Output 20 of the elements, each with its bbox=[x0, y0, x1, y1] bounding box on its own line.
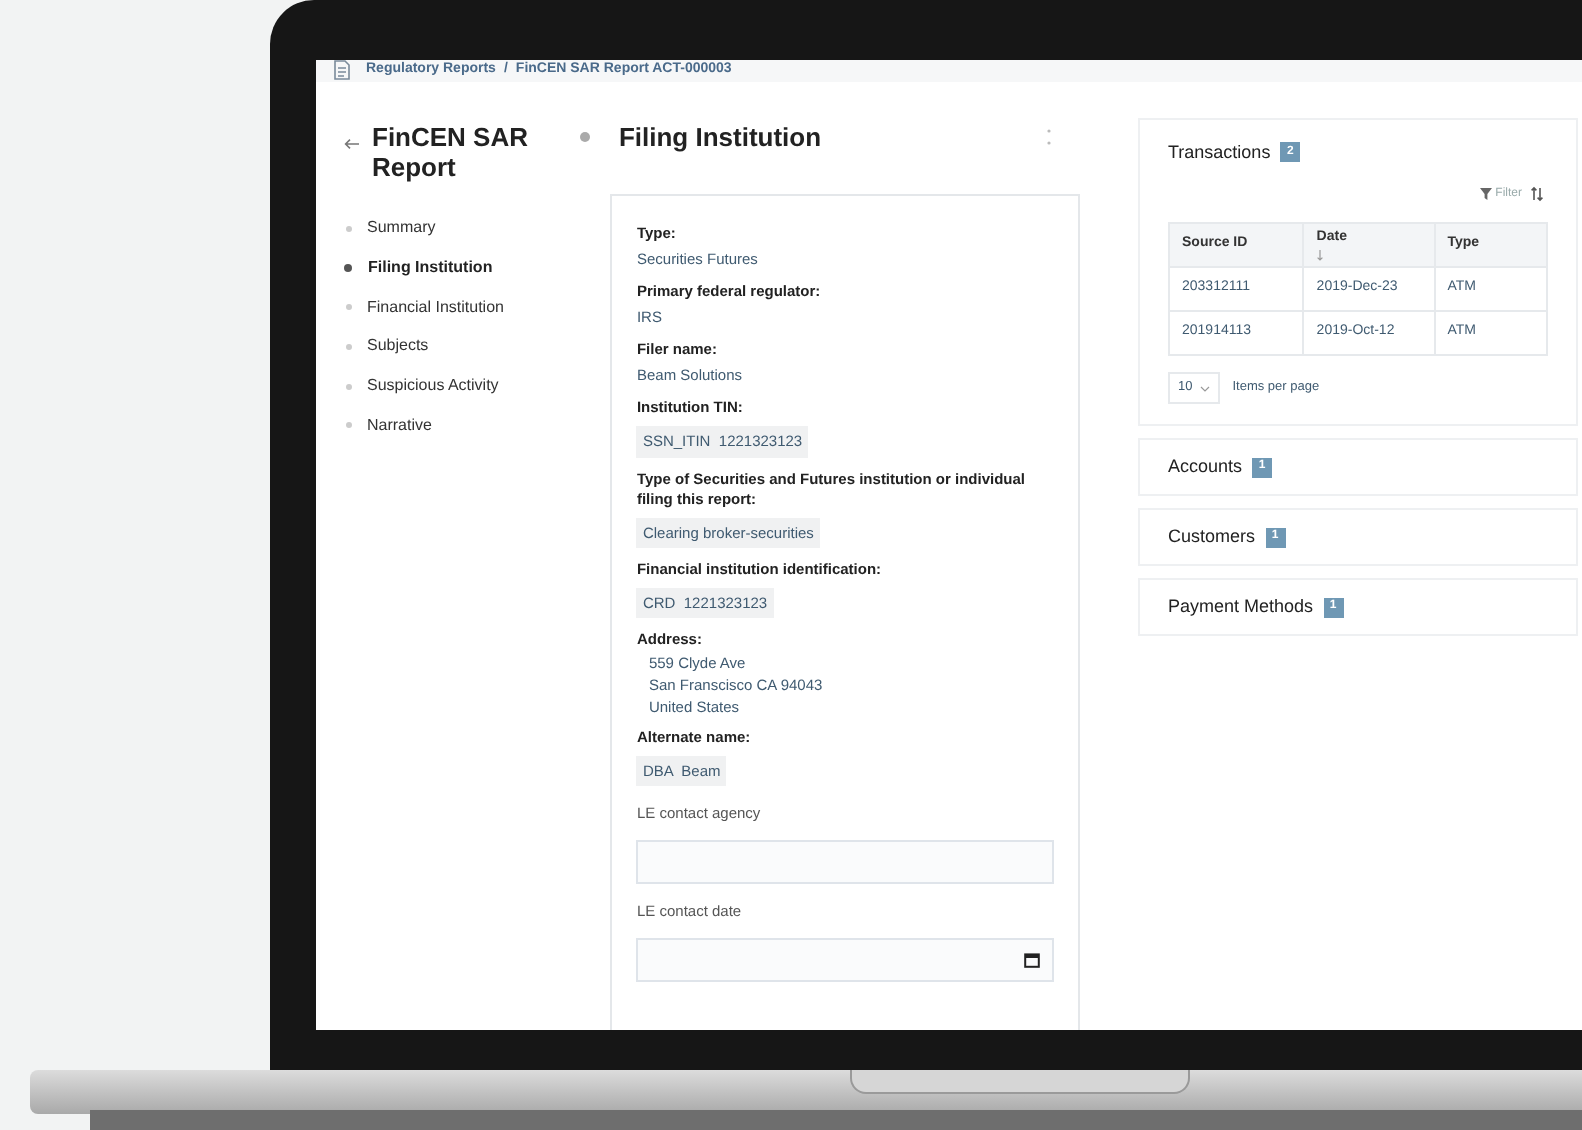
input-field[interactable] bbox=[636, 840, 1055, 885]
section-title: Filing Institution bbox=[618, 119, 824, 156]
date-field[interactable] bbox=[636, 938, 1055, 983]
nav-item[interactable]: Filing Institution bbox=[368, 256, 493, 281]
nav-item[interactable]: Subjects bbox=[367, 334, 429, 359]
filter-icon bbox=[1479, 188, 1492, 200]
back-arrow-icon[interactable] bbox=[344, 137, 360, 149]
nav-item[interactable]: Summary bbox=[367, 216, 436, 241]
panel-title: Customers bbox=[1168, 523, 1256, 550]
document-icon bbox=[334, 60, 350, 81]
calendar-icon[interactable] bbox=[1024, 952, 1041, 969]
chevron-down-icon bbox=[1200, 385, 1211, 391]
sort-icon[interactable] bbox=[1530, 186, 1544, 202]
nav-item[interactable]: Financial Institution bbox=[367, 295, 504, 320]
page-title: FinCEN SAR Report bbox=[372, 121, 530, 181]
nav-item[interactable]: Suspicious Activity bbox=[367, 374, 499, 399]
panel-title: Transactions bbox=[1168, 139, 1271, 165]
nav-item[interactable]: Narrative bbox=[367, 413, 432, 438]
panel-title: Accounts bbox=[1168, 453, 1243, 480]
panel-title: Payment Methods bbox=[1168, 593, 1314, 620]
